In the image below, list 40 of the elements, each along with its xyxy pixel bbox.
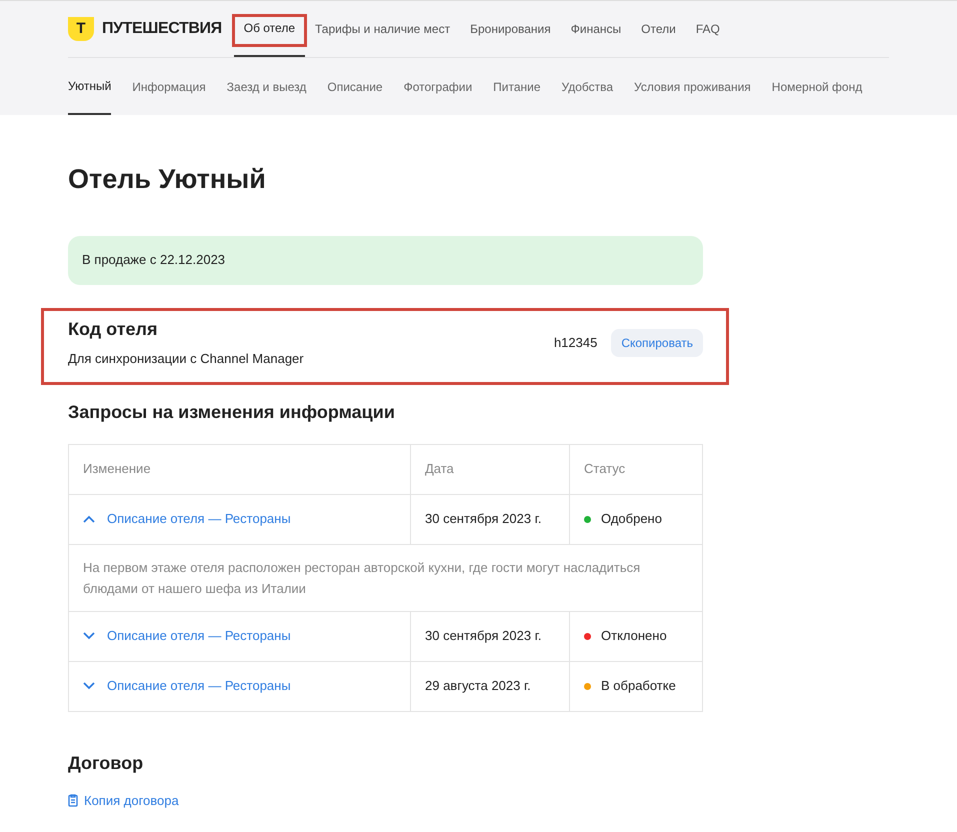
section-title: Запросы на изменения информации [68, 400, 396, 424]
nav-tab[interactable]: FAQ [686, 1, 730, 57]
section-tab[interactable]: Условия проживания [634, 58, 751, 115]
sale-notice: В продаже с 22.12.2023 [68, 236, 703, 284]
section-tab[interactable]: Заезд и выезд [226, 58, 306, 115]
nav-tab[interactable]: Бронирования [460, 1, 561, 57]
clipboard-icon [68, 794, 78, 807]
column-header: Статус [570, 444, 702, 494]
section-tab[interactable]: Удобства [562, 58, 614, 115]
logo-icon: Т [68, 17, 94, 41]
nav-tab[interactable]: Отели [631, 1, 686, 57]
nav-tab[interactable]: Финансы [560, 1, 632, 57]
section-tab[interactable]: Информация [132, 58, 206, 115]
column-header: Изменение [68, 444, 410, 494]
details-cell: На первом этаже отеля расположен ресторан авторской кухни, где гости могут насладиться блюдами от нашего шефа из Италии [68, 544, 702, 611]
table-cell: 30 сентября 2023 г. [410, 494, 570, 544]
status-text: Отклонено [601, 627, 667, 646]
section-subtitle: Для синхронизации с Channel Manager [68, 350, 304, 368]
page-title: Отель Уютный [68, 163, 267, 196]
chevron-down-icon[interactable] [83, 682, 95, 690]
status-text: Одобрено [601, 510, 662, 528]
status-text: В обработке [601, 677, 676, 696]
copy-button[interactable]: Скопировать [611, 328, 703, 356]
column-header: Дата [410, 444, 570, 494]
chevron-up-icon[interactable] [83, 515, 95, 523]
nav-tab[interactable]: Об отеле [234, 1, 305, 57]
section-tab[interactable]: Описание [327, 58, 383, 115]
nav-tab[interactable]: Тарифы и наличие мест [305, 1, 460, 57]
section-tab[interactable]: Номерной фонд [772, 58, 862, 115]
section-tab[interactable]: Фотографии [404, 58, 472, 115]
chevron-down-icon[interactable] [83, 632, 95, 640]
logo-text: ПУТЕШЕСТВИЯ [102, 19, 222, 39]
section-tab[interactable]: Уютный [68, 58, 112, 115]
contract-link[interactable]: Копия договора [84, 790, 179, 810]
table-cell: 29 августа 2023 г. [410, 661, 570, 711]
hotel-code: h12345 [554, 334, 598, 352]
table-cell: 30 сентября 2023 г. [410, 611, 570, 661]
section-title: Договор [68, 752, 144, 775]
section-tab[interactable]: Питание [493, 58, 541, 115]
section-title: Код отеля [68, 318, 158, 342]
